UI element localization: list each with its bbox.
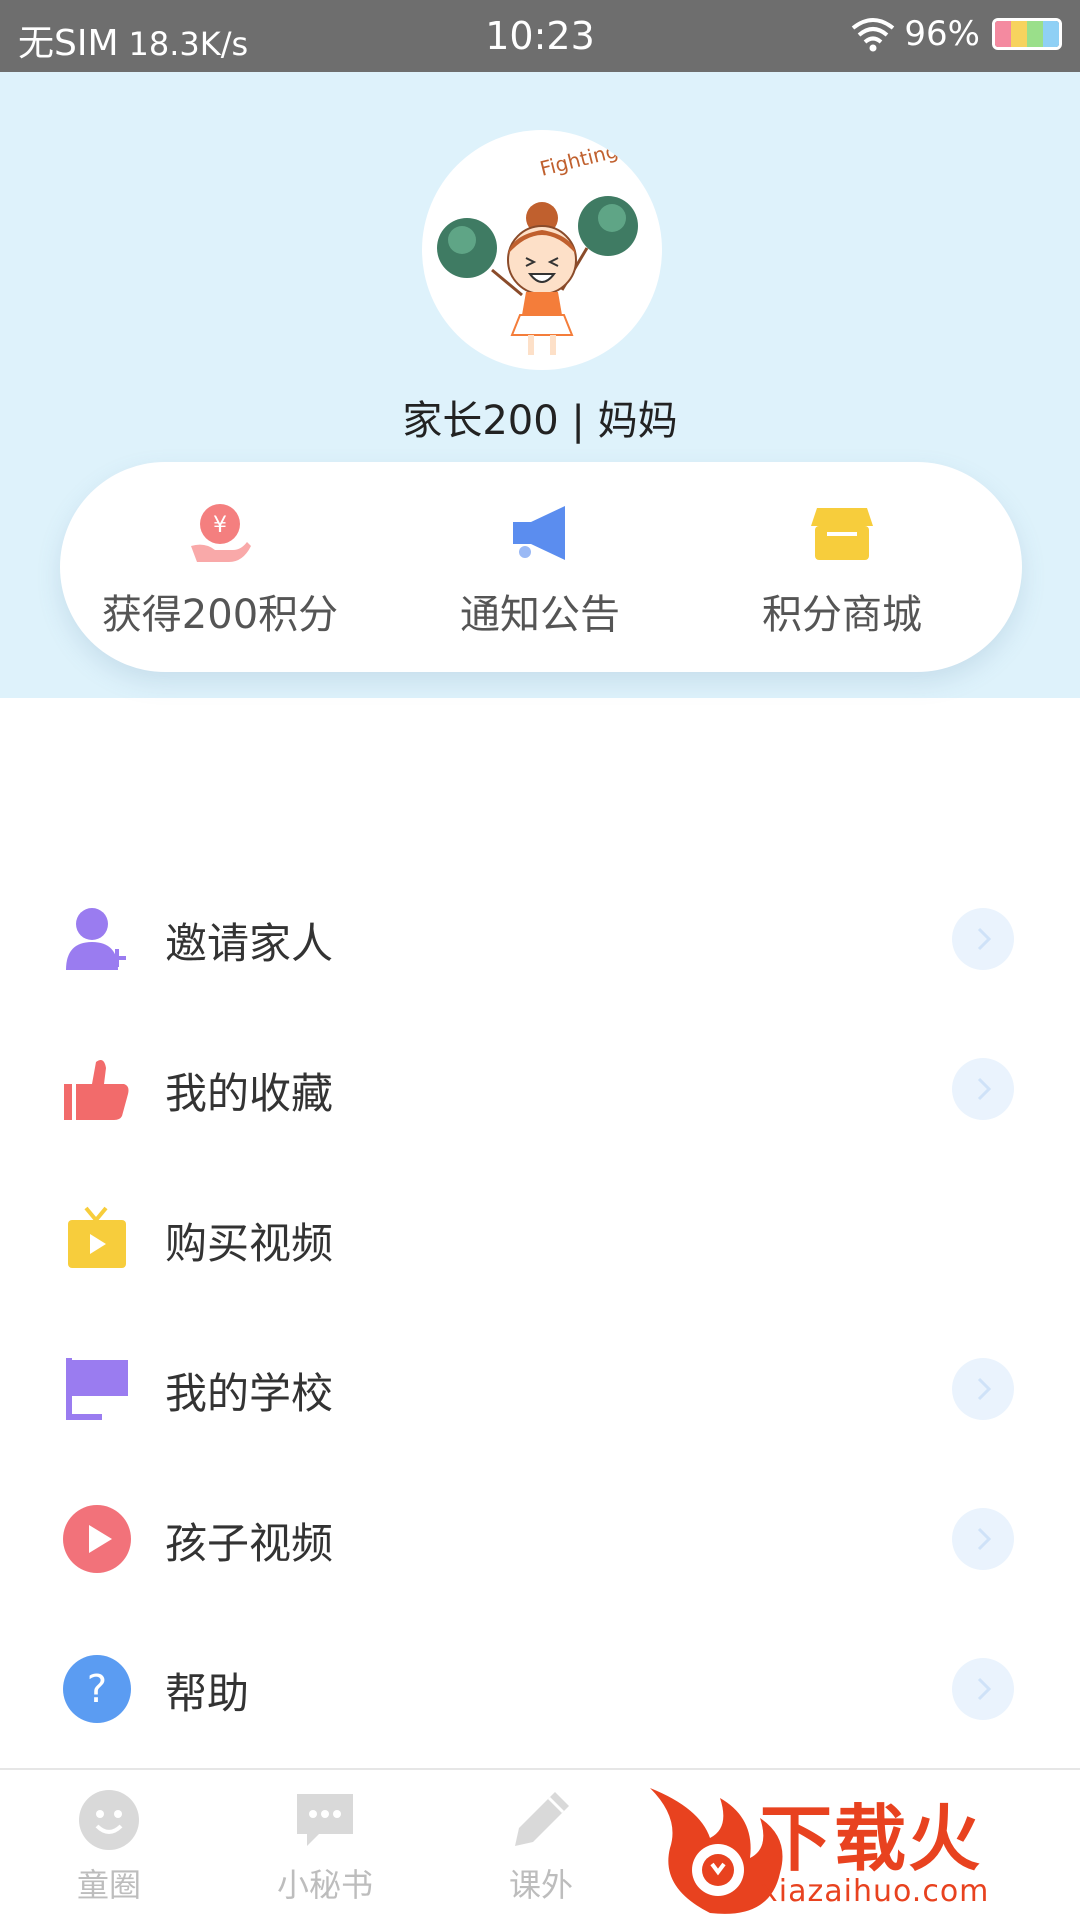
chat-icon: [297, 1794, 353, 1846]
megaphone-icon: [513, 506, 565, 560]
chevron-right-icon: [952, 1058, 1014, 1120]
avatar-caption: Fighting: [537, 138, 620, 181]
menu-item-invite-family[interactable]: 邀请家人: [0, 864, 1080, 1014]
menu-item-favorites[interactable]: 我的收藏: [0, 1014, 1080, 1164]
nav-item-tongquan[interactable]: 童圈: [34, 1788, 184, 1906]
quick-action-earn-points[interactable]: ¥ 获得200积分: [70, 502, 370, 642]
menu-item-buy-video[interactable]: 购买视频: [0, 1164, 1080, 1314]
nav-item-label: 课外: [508, 1866, 573, 1904]
status-bar: 无SIM 18.3K/s 10:23 96%: [0, 0, 1080, 72]
cheerleader-girl-avatar-icon: Fighting: [437, 138, 638, 355]
menu-item-label: 我的学校: [165, 1369, 334, 1418]
menu-item-label: 购买视频: [165, 1219, 334, 1268]
nav-item-label: 小秘书: [276, 1866, 373, 1904]
profile-name: 家长200 | 妈妈: [402, 398, 678, 444]
quick-action-label: 通知公告: [460, 592, 620, 638]
menu-item-help[interactable]: ? 帮助: [0, 1614, 1080, 1764]
quick-action-label: 积分商城: [762, 592, 922, 638]
chevron-right-icon: [952, 1508, 1014, 1570]
pencil-icon: [515, 1792, 569, 1846]
quick-action-label: 获得200积分: [101, 592, 339, 638]
avatar[interactable]: Fighting: [422, 130, 662, 370]
chevron-right-icon: [952, 1658, 1014, 1720]
quick-action-notice[interactable]: 通知公告: [390, 502, 690, 642]
help-icon: ?: [63, 1655, 131, 1723]
nav-item-secretary[interactable]: 小秘书: [250, 1788, 400, 1906]
wifi-icon: [852, 18, 895, 52]
quick-action-store[interactable]: 积分商城: [692, 502, 992, 642]
chevron-right-icon: [952, 1358, 1014, 1420]
menu-item-label: 我的收藏: [165, 1069, 334, 1118]
menu-item-child-video[interactable]: 孩子视频: [0, 1464, 1080, 1614]
watermark-url: xiazaihuo.com: [760, 1874, 990, 1909]
thumbs-up-icon: [64, 1060, 129, 1120]
menu-item-label: 帮助: [165, 1669, 250, 1718]
watermark-text: 下载火: [760, 1797, 983, 1881]
menu-item-my-school[interactable]: 我的学校: [0, 1314, 1080, 1464]
nav-item-extracurricular[interactable]: 课外: [466, 1788, 616, 1906]
points-hand-icon: ¥: [191, 504, 251, 562]
tv-icon: [68, 1206, 126, 1268]
quick-actions-card: ¥ 获得200积分 通知公告 积分商城: [60, 462, 1022, 672]
menu-item-label: 孩子视频: [165, 1519, 334, 1568]
battery-icon: [992, 18, 1062, 50]
battery-percent: 96%: [904, 14, 980, 54]
menu-item-label: 邀请家人: [165, 919, 334, 968]
flag-icon: [66, 1358, 128, 1420]
store-icon: [811, 508, 873, 560]
nav-item-label: 童圈: [76, 1866, 141, 1904]
invite-user-icon: [66, 908, 126, 970]
chevron-right-icon: [952, 908, 1014, 970]
svg-text:¥: ¥: [213, 513, 227, 538]
svg-text:?: ?: [87, 1667, 107, 1711]
smile-icon: [79, 1790, 139, 1850]
status-right: 96%: [850, 14, 1062, 54]
profile-header: Fighting 家长200 | 妈妈 ¥ 获得200积分 通知公告 积分商城: [0, 72, 1080, 698]
play-icon: [63, 1505, 131, 1573]
